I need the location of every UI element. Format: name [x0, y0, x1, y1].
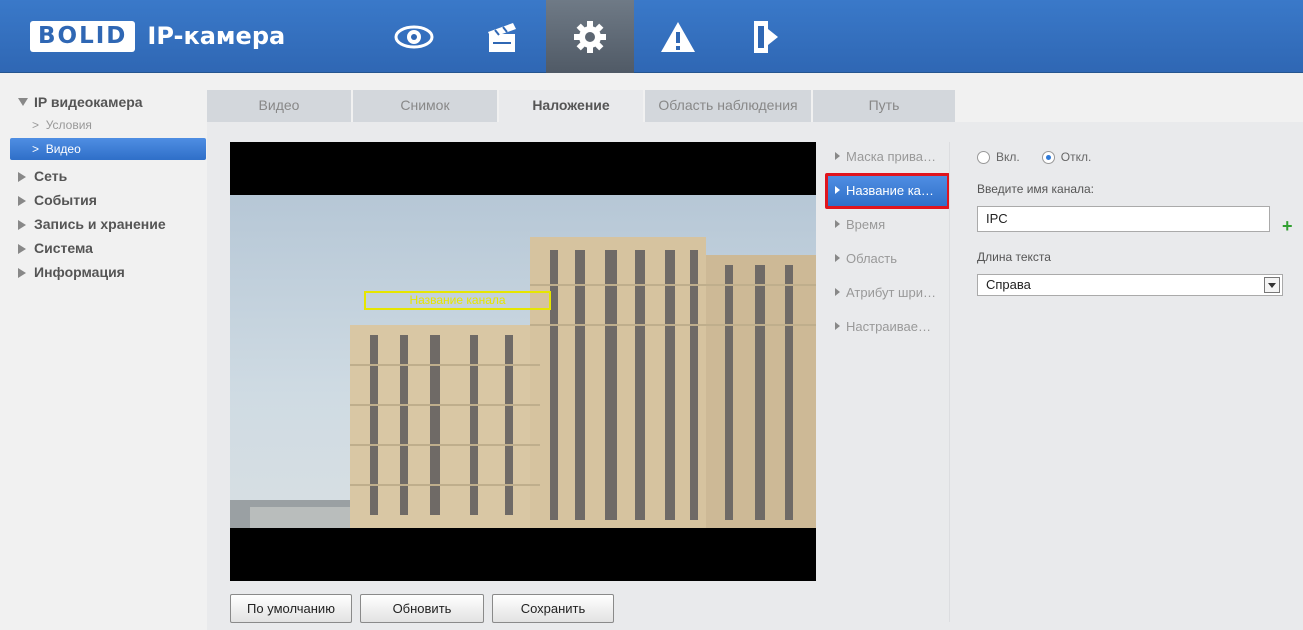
menu-privacy-mask[interactable]: Маска прива…	[825, 142, 950, 176]
collapse-triangle-icon	[18, 98, 28, 106]
radio-off[interactable]	[1041, 150, 1055, 164]
top-bar: BOLID IP-камера	[0, 0, 1303, 73]
camera-scene: Название канала	[230, 195, 816, 528]
product-title: IP-камера	[147, 22, 286, 50]
text-align-select[interactable]: Справа	[977, 274, 1283, 296]
live-view-eye-icon[interactable]	[370, 0, 458, 73]
sidebar-item-label: Запись и хранение	[34, 216, 166, 232]
alarm-warning-icon[interactable]	[634, 0, 722, 73]
tab-path[interactable]: Путь	[813, 90, 957, 122]
expand-triangle-icon	[18, 244, 26, 254]
settings-gear-icon[interactable]	[546, 0, 634, 73]
refresh-button[interactable]: Обновить	[360, 594, 484, 623]
tab-region[interactable]: Область наблюдения	[645, 90, 813, 122]
menu-label: Название ка…	[846, 183, 934, 198]
sidebar-item-system[interactable]: Система	[10, 236, 206, 260]
menu-triangle-icon	[835, 152, 840, 160]
enable-radio-group: Вкл. Откл.	[977, 142, 1303, 172]
menu-divider	[949, 142, 950, 622]
sidebar-item-events[interactable]: События	[10, 188, 206, 212]
content-panel: Видео Снимок Наложение Область наблюдени…	[207, 90, 1303, 630]
sidebar: IP видеокамера > Условия > Видео Сеть Со…	[10, 90, 206, 284]
menu-triangle-icon	[835, 254, 840, 262]
menu-label: Время	[846, 217, 886, 232]
tab-snapshot[interactable]: Снимок	[353, 90, 499, 122]
playback-clapperboard-icon[interactable]	[458, 0, 546, 73]
default-button[interactable]: По умолчанию	[230, 594, 352, 623]
channel-name-settings: Вкл. Откл. Введите имя канала: IPC + Дли…	[977, 142, 1303, 296]
video-preview[interactable]: Название канала	[230, 142, 816, 581]
sidebar-item-label: Информация	[34, 264, 125, 280]
menu-channel-name[interactable]: Название ка…	[825, 173, 950, 209]
expand-triangle-icon	[18, 268, 26, 278]
channel-name-overlay[interactable]: Название канала	[364, 291, 551, 310]
sidebar-sub-label: Условия	[45, 118, 92, 132]
text-align-label: Длина текста	[977, 250, 1051, 264]
brand-logo: BOLID	[30, 20, 136, 52]
menu-triangle-icon	[835, 220, 840, 228]
save-button[interactable]: Сохранить	[492, 594, 614, 623]
chevron-down-icon	[1264, 277, 1280, 293]
sidebar-sub-video[interactable]: > Видео	[10, 138, 206, 160]
radio-on[interactable]	[977, 150, 990, 164]
buildings-image	[230, 237, 816, 528]
expand-triangle-icon	[18, 172, 26, 182]
menu-time[interactable]: Время	[825, 210, 950, 244]
sidebar-title: IP видеокамера	[34, 94, 143, 110]
menu-label: Маска прива…	[846, 149, 937, 164]
channel-name-label: Введите имя канала:	[977, 182, 1095, 196]
sidebar-item-network[interactable]: Сеть	[10, 164, 206, 188]
sidebar-item-info[interactable]: Информация	[10, 260, 206, 284]
sidebar-item-label: События	[34, 192, 97, 208]
sidebar-item-ip-camera[interactable]: IP видеокамера	[10, 90, 206, 114]
sidebar-sub-label: Видео	[45, 142, 81, 156]
tab-overlay[interactable]: Наложение	[499, 90, 645, 122]
radio-on-label: Вкл.	[996, 150, 1020, 164]
tab-video[interactable]: Видео	[207, 90, 353, 122]
logo: BOLID IP-камера	[30, 19, 285, 53]
menu-label: Атрибут шри…	[846, 285, 936, 300]
menu-triangle-icon	[835, 288, 840, 296]
action-buttons: По умолчанию Обновить Сохранить	[230, 594, 614, 623]
menu-label: Область	[846, 251, 898, 266]
tab-bar: Видео Снимок Наложение Область наблюдени…	[207, 90, 957, 122]
expand-triangle-icon	[18, 220, 26, 230]
sidebar-item-storage[interactable]: Запись и хранение	[10, 212, 206, 236]
channel-name-input[interactable]: IPC	[977, 206, 1270, 232]
tab-bar-filler	[957, 90, 1303, 122]
menu-label: Настраивае…	[846, 319, 932, 334]
text-align-value: Справа	[986, 277, 1031, 292]
expand-triangle-icon	[18, 196, 26, 206]
menu-triangle-icon	[835, 186, 840, 194]
menu-triangle-icon	[835, 322, 840, 330]
menu-custom[interactable]: Настраивае…	[825, 312, 950, 346]
logout-exit-icon[interactable]	[722, 0, 810, 73]
menu-area[interactable]: Область	[825, 244, 950, 278]
radio-off-label: Откл.	[1060, 150, 1092, 164]
menu-font-attribute[interactable]: Атрибут шри…	[825, 278, 950, 312]
sidebar-sub-conditions[interactable]: > Условия	[10, 114, 206, 136]
sidebar-item-label: Система	[34, 240, 93, 256]
overlay-menu: Маска прива… Название ка… Время Область …	[825, 142, 950, 346]
add-plus-icon[interactable]: +	[1282, 217, 1298, 235]
sidebar-item-label: Сеть	[34, 168, 68, 184]
